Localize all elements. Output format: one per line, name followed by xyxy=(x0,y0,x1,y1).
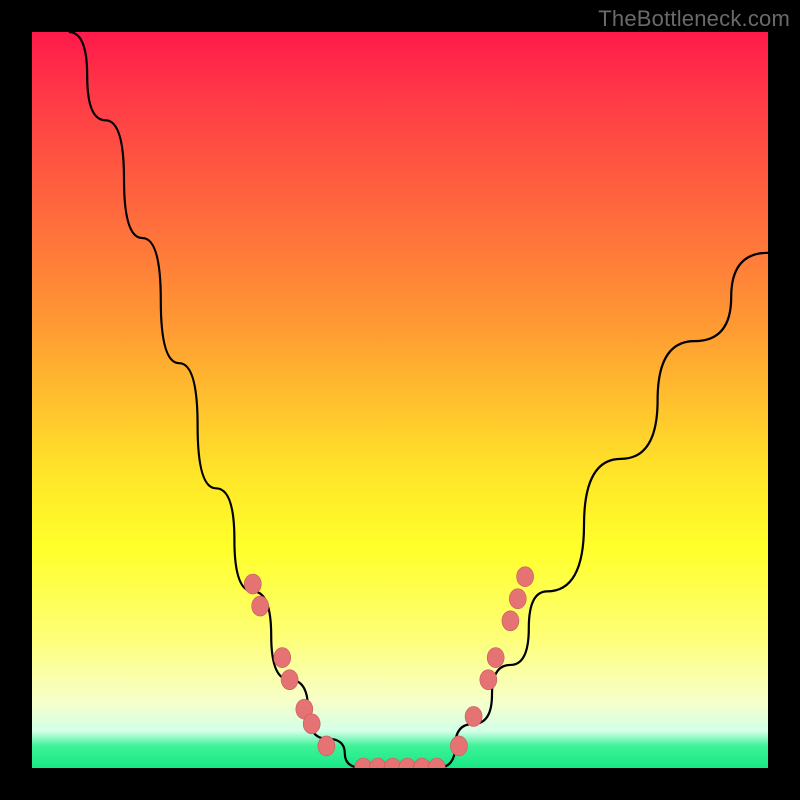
data-dot xyxy=(244,574,261,594)
data-dot xyxy=(414,758,431,768)
curve-path xyxy=(69,32,768,768)
dots-left xyxy=(244,574,335,756)
data-dot xyxy=(450,736,467,756)
data-dot xyxy=(303,714,320,734)
data-dot xyxy=(318,736,335,756)
bottleneck-curve xyxy=(32,32,768,768)
data-dot xyxy=(355,758,372,768)
watermark-text: TheBottleneck.com xyxy=(598,6,790,32)
dots-bottom xyxy=(355,758,446,768)
data-dot xyxy=(465,706,482,726)
data-dot xyxy=(252,596,269,616)
data-dot xyxy=(480,670,497,690)
data-dot xyxy=(502,611,519,631)
data-dot xyxy=(281,670,298,690)
data-dot xyxy=(369,758,386,768)
data-dot xyxy=(428,758,445,768)
data-dot xyxy=(509,589,526,609)
data-dot xyxy=(487,648,504,668)
data-dot xyxy=(517,567,534,587)
data-dot xyxy=(399,758,416,768)
data-dot xyxy=(384,758,401,768)
plot-area xyxy=(32,32,768,768)
chart-frame: TheBottleneck.com xyxy=(0,0,800,800)
data-dot xyxy=(274,648,291,668)
